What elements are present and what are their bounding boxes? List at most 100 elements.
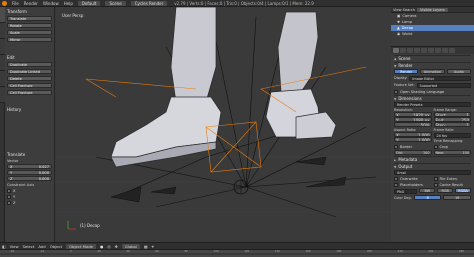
constraint-x-checkbox[interactable]: X xyxy=(7,189,52,193)
menu-render[interactable]: Render xyxy=(24,1,38,6)
active-object-label: (1) Decap xyxy=(80,223,100,228)
menu-help[interactable]: Help xyxy=(64,1,73,6)
translate-button[interactable]: Translate xyxy=(7,16,52,21)
tab-animation[interactable] xyxy=(0,55,5,71)
outliner-view-menu[interactable]: View Search xyxy=(393,8,415,12)
scene-selector[interactable]: Scene xyxy=(105,0,126,6)
rgb-button[interactable]: RGB xyxy=(437,188,454,193)
animation-button[interactable]: Animation xyxy=(420,69,445,74)
render-tab-icon[interactable] xyxy=(393,48,399,53)
blender-logo-icon[interactable] xyxy=(2,0,7,6)
tab-grease-pencil[interactable] xyxy=(0,87,5,103)
scene-tab-icon[interactable] xyxy=(407,48,413,53)
constraint-z-label: Z xyxy=(13,201,16,205)
output-panel-header[interactable]: ▼ Output xyxy=(394,163,471,169)
manipulator-icon[interactable]: ✥ xyxy=(115,244,118,249)
operator-panel-header[interactable]: Translate xyxy=(7,152,52,157)
editor-type-icon[interactable]: ◧ xyxy=(2,244,6,249)
cell-fracture-button-1[interactable]: Cell Fracture xyxy=(7,83,52,88)
render-button[interactable]: Render xyxy=(394,69,419,74)
transform-panel-header[interactable]: Transform xyxy=(7,9,52,14)
resolution-x-value: 1920 px xyxy=(413,113,430,117)
mirror-button[interactable]: Mirror xyxy=(7,37,52,42)
select-menu[interactable]: Select xyxy=(23,244,35,249)
render-panel-header[interactable]: ▼ Render xyxy=(394,62,471,68)
left-leg-mesh[interactable] xyxy=(110,7,222,168)
interaction-mode-dropdown[interactable]: Object Mode xyxy=(66,243,96,249)
outliner-row-label: World xyxy=(402,32,413,36)
timeline[interactable]: -40 -20 0 20 40 60 80 100 120 140 160 180 200 220 240 2… xyxy=(0,249,474,257)
tab-create[interactable] xyxy=(0,23,5,39)
audio-button[interactable]: Audio xyxy=(446,69,471,74)
dimensions-panel-header[interactable]: ▼ Dimensions xyxy=(394,95,471,101)
duplicate-linked-button[interactable]: Duplicate Linked xyxy=(7,69,52,74)
tab-relations[interactable] xyxy=(0,39,5,55)
checkbox-box-icon xyxy=(7,189,11,193)
display-mode-dropdown[interactable]: Visible Layers xyxy=(417,7,448,12)
transform-orientation-dropdown[interactable]: Global xyxy=(121,243,140,249)
3d-viewport[interactable]: User Persp (1) Decap xyxy=(56,7,390,242)
bones[interactable] xyxy=(110,156,347,203)
tab-tools[interactable] xyxy=(0,7,5,23)
placeholders-checkbox[interactable]: Placeholders xyxy=(394,183,432,187)
vector-y-field[interactable]: Y 0.000 xyxy=(7,170,52,175)
material-tab-icon[interactable] xyxy=(442,48,448,53)
file-format-dropdown[interactable]: PNG xyxy=(394,189,418,194)
tab-physics[interactable] xyxy=(0,71,5,87)
aspect-y-field[interactable]: Y: 1.000 xyxy=(394,137,432,142)
overwrite-checkbox[interactable]: Overwrite xyxy=(394,177,432,181)
cell-fracture-button-2[interactable]: Cell Fracture xyxy=(7,90,52,95)
vector-z-value: 0.000 xyxy=(38,177,49,181)
menu-file[interactable]: File xyxy=(12,1,19,6)
file-extensions-checkbox[interactable]: File Exten. xyxy=(433,177,472,181)
duplicate-button[interactable]: Duplicate xyxy=(7,62,52,67)
layout-selector[interactable]: Default xyxy=(77,0,101,6)
outliner-row-world[interactable]: ◉ World xyxy=(391,31,474,37)
add-menu[interactable]: Add xyxy=(38,244,45,249)
color-depth-8-button[interactable]: 8 xyxy=(413,195,442,200)
edit-panel-header[interactable]: Edit xyxy=(7,55,52,60)
border-checkbox[interactable]: Border xyxy=(394,145,432,149)
history-panel-header[interactable]: History xyxy=(7,107,52,112)
constraint-y-checkbox[interactable]: Y xyxy=(7,195,52,199)
snap-icon[interactable]: ⌖ xyxy=(152,244,154,249)
time-new-field[interactable]: New: 100 xyxy=(433,150,471,155)
bw-button[interactable]: BW xyxy=(419,188,436,193)
constraints-tab-icon[interactable] xyxy=(428,48,434,53)
old-label: Old: xyxy=(396,151,403,155)
osl-checkbox[interactable]: Open Shading Language xyxy=(394,90,471,94)
feature-set-dropdown[interactable]: Supported xyxy=(416,83,471,88)
modifiers-tab-icon[interactable] xyxy=(435,48,441,53)
metadata-panel-header[interactable]: ► Metadata xyxy=(394,156,471,162)
constraint-z-checkbox[interactable]: Z xyxy=(7,201,52,205)
texture-tab-icon[interactable] xyxy=(449,48,455,53)
cache-result-checkbox[interactable]: Cache Result xyxy=(433,183,472,187)
object-menu[interactable]: Object xyxy=(50,244,62,249)
rotate-button[interactable]: Rotate xyxy=(7,23,52,28)
viewport-shading-icon[interactable]: ● xyxy=(100,244,103,249)
world-tab-icon[interactable] xyxy=(414,48,420,53)
render-layers-tab-icon[interactable] xyxy=(400,48,406,53)
layers-icon[interactable]: ▦ xyxy=(144,244,148,249)
edit-panel: Edit Duplicate Duplicate Linked Delete C… xyxy=(7,55,52,95)
pivot-point-icon[interactable]: ◎ xyxy=(107,244,110,249)
frame-rate-dropdown[interactable]: 24 fps xyxy=(433,133,471,138)
color-depth-label: Color Dep. xyxy=(394,196,412,200)
vector-z-field[interactable]: Z 0.000 xyxy=(7,176,52,181)
crop-checkbox[interactable]: Crop xyxy=(433,145,472,149)
object-tab-icon[interactable] xyxy=(421,48,427,53)
color-depth-16-button[interactable]: 16 xyxy=(443,195,472,200)
render-engine-selector[interactable]: Cycles Render xyxy=(130,0,168,6)
scale-button[interactable]: Scale xyxy=(7,30,52,35)
feature-set-label: Feature Set: xyxy=(394,83,415,87)
delete-button[interactable]: Delete xyxy=(7,76,52,81)
timeline-track[interactable] xyxy=(0,253,474,255)
display-dropdown[interactable]: Image Editor xyxy=(409,76,471,81)
aspect-y-value: 1.000 xyxy=(418,138,430,142)
vector-x-field[interactable]: X 0.027 xyxy=(7,164,52,169)
rgba-button[interactable]: RGBA xyxy=(455,188,471,193)
viewport-header: ◧ View Select Add Object Object Mode ● ◎… xyxy=(0,242,474,249)
time-old-field[interactable]: Old: 100 xyxy=(394,150,432,155)
view-menu[interactable]: View xyxy=(10,244,19,249)
menu-window[interactable]: Window xyxy=(43,1,59,6)
